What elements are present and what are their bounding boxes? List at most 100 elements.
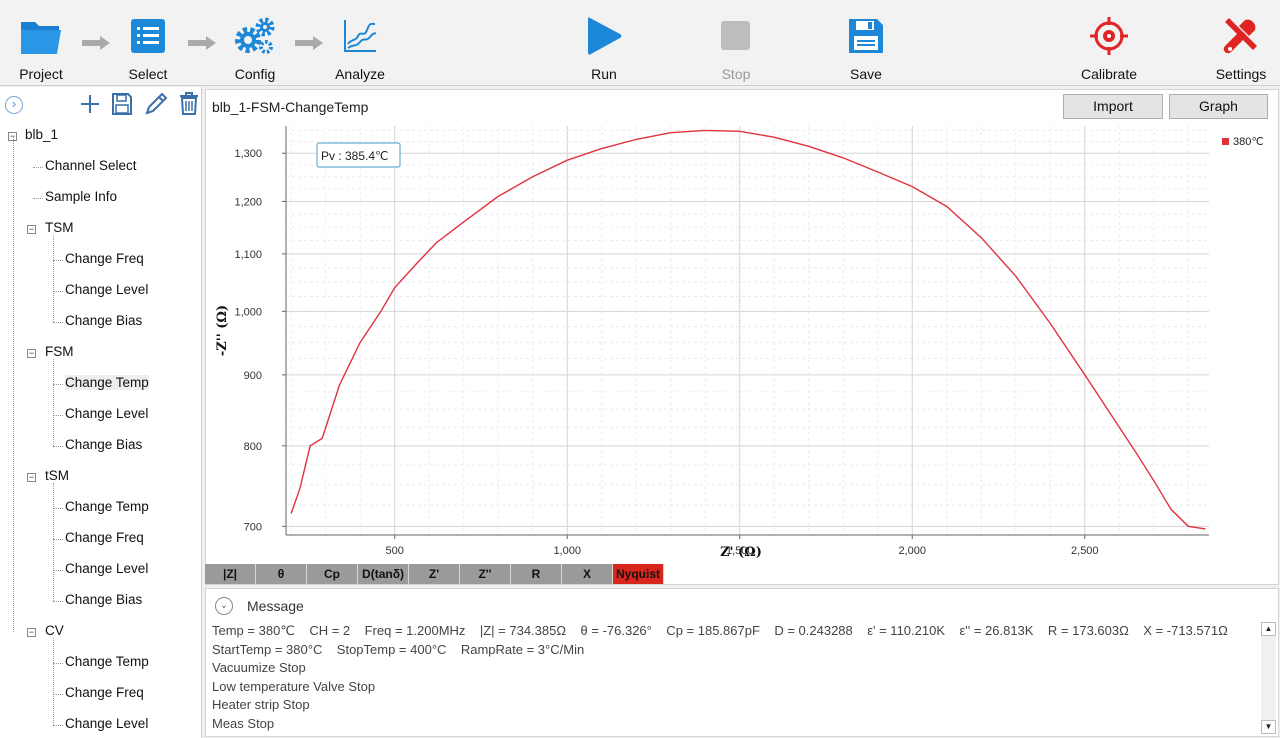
tree-connector (53, 446, 63, 447)
tab-plot-type[interactable]: Cp (307, 564, 358, 584)
graph-panel: blb_1-FSM-ChangeTemp Import Graph 500 1,0… (205, 89, 1279, 585)
tree-expander[interactable]: − (27, 628, 36, 637)
collapse-message-icon[interactable]: ⌄ (215, 597, 233, 615)
tree-node-label: Change Level (65, 561, 149, 576)
calibrate-label: Calibrate (1080, 66, 1138, 82)
y-tick-label: 700 (244, 521, 262, 533)
tab-plot-type[interactable]: |Z| (205, 564, 256, 584)
gears-icon (230, 10, 280, 62)
stop-button[interactable]: Stop (715, 0, 757, 86)
config-label: Config (234, 66, 276, 82)
message-scrollbar[interactable]: ▲ ▼ (1261, 622, 1276, 734)
tree-connector (53, 415, 63, 416)
scroll-up-icon[interactable]: ▲ (1261, 622, 1276, 636)
tree-node-root[interactable]: blb_1 (25, 127, 58, 142)
collapse-panel-icon[interactable]: › (5, 96, 23, 114)
select-button[interactable]: Select (125, 0, 171, 86)
delete-icon[interactable] (178, 91, 200, 120)
settings-button[interactable]: Settings (1213, 0, 1269, 86)
message-line: Meas Stop (212, 715, 275, 731)
tree-node-item[interactable]: Change Temp (65, 499, 149, 514)
tree-expander[interactable]: − (27, 473, 36, 482)
settings-label: Settings (1215, 66, 1267, 82)
tree-node-sample-info[interactable]: Sample Info (45, 189, 117, 204)
tree-node-group[interactable]: FSM (45, 344, 74, 359)
legend-swatch (1222, 138, 1229, 145)
pv-readout: Pv : 385.4℃ (321, 149, 389, 163)
graph-title: blb_1-FSM-ChangeTemp (212, 99, 369, 115)
x-tick-label: 2,000 (898, 545, 926, 557)
calibrate-button[interactable]: Calibrate (1080, 0, 1138, 86)
x-axis-label: Z' (Ω) (720, 545, 762, 560)
y-tick-label: 1,200 (234, 196, 262, 208)
tree-node-item[interactable]: Change Level (65, 406, 148, 421)
y-tick-label: 800 (244, 441, 262, 453)
tree-node-item[interactable]: Change Freq (65, 685, 144, 700)
analyze-button[interactable]: Analyze (334, 0, 386, 86)
tree-node-label: Change Freq (65, 530, 144, 545)
tree-node-item[interactable]: Change Freq (65, 251, 144, 266)
project-label: Project (19, 66, 63, 82)
tab-plot-type[interactable]: R (511, 564, 562, 584)
save-icon[interactable] (111, 92, 133, 121)
tab-nyquist[interactable]: Nyquist (613, 564, 664, 584)
tree-node-group[interactable]: tSM (45, 468, 69, 483)
tree-node-item[interactable]: Change Bias (65, 313, 142, 328)
analyze-label: Analyze (335, 66, 385, 82)
tree-node-label: Change Bias (65, 313, 143, 328)
project-tree-panel: › − blb_1 Channel Select Sample Info − TSM Cha… (0, 87, 202, 738)
tree-connector (33, 167, 43, 168)
tab-plot-type[interactable]: Z' (409, 564, 460, 584)
y-axis-label: -Z'' (Ω) (215, 305, 230, 356)
tree-node-label: Change Level (65, 282, 149, 297)
tree-connector (53, 291, 63, 292)
import-button[interactable]: Import (1063, 94, 1163, 119)
tree-node-item[interactable]: Change Temp (65, 654, 149, 669)
tree-connector (53, 508, 63, 509)
tree-node-label: Change Temp (65, 499, 149, 514)
y-tick-label: 1,100 (234, 249, 262, 261)
save-button[interactable]: Save (846, 0, 886, 86)
tree-node-label: Change Temp (65, 375, 149, 390)
run-button[interactable]: Run (584, 0, 624, 86)
tab-plot-type[interactable]: θ (256, 564, 307, 584)
config-button[interactable]: Config (231, 0, 279, 86)
tree-node-item[interactable]: Change Level (65, 716, 148, 731)
tree-node-item[interactable]: Change Level (65, 561, 148, 576)
nyquist-chart[interactable]: 500 1,000 1,500 2,000 2,5007008009001,0001,1… (206, 120, 1278, 566)
edit-icon[interactable] (144, 92, 168, 121)
x-tick-label: 2,500 (1071, 545, 1099, 557)
tree-node-item[interactable]: Change Level (65, 282, 148, 297)
arrow-right-icon (82, 36, 110, 55)
message-line: StartTemp = 380°C StopTemp = 400°C RampR… (212, 641, 585, 657)
list-icon (123, 10, 173, 62)
tree-connector (53, 384, 63, 385)
tree-node-item[interactable]: Change Temp (65, 375, 149, 390)
y-tick-label: 900 (244, 370, 262, 382)
scroll-down-icon[interactable]: ▼ (1261, 720, 1276, 734)
tree-connector (53, 539, 63, 540)
tab-plot-type[interactable]: Z'' (460, 564, 511, 584)
tree-node-channel-select[interactable]: Channel Select (45, 158, 137, 173)
project-button[interactable]: Project (15, 0, 67, 86)
tree-node-item[interactable]: Change Bias (65, 437, 142, 452)
tree-connector (53, 260, 63, 261)
tree-node-label: Change Freq (65, 251, 144, 266)
tree-expander[interactable]: − (27, 349, 36, 358)
message-title: Message (247, 598, 304, 614)
plot-type-tabs: |Z| θ Cp D(tanδ) Z' Z'' R X Nyquist (205, 564, 664, 584)
tree-connector (53, 663, 63, 664)
tree-node-item[interactable]: Change Freq (65, 530, 144, 545)
tree-node-group[interactable]: CV (45, 623, 64, 638)
tree-node-group[interactable]: TSM (45, 220, 74, 235)
tab-plot-type[interactable]: D(tanδ) (358, 564, 409, 584)
tree-connector (53, 322, 63, 323)
tree-node-item[interactable]: Change Bias (65, 592, 142, 607)
tree-expander[interactable]: − (27, 225, 36, 234)
tab-plot-type[interactable]: X (562, 564, 613, 584)
graph-button[interactable]: Graph (1169, 94, 1268, 119)
stop-label: Stop (721, 66, 751, 82)
message-line: Vacuumize Stop (212, 660, 306, 675)
add-icon[interactable] (80, 93, 100, 120)
tree-connector (53, 638, 54, 725)
